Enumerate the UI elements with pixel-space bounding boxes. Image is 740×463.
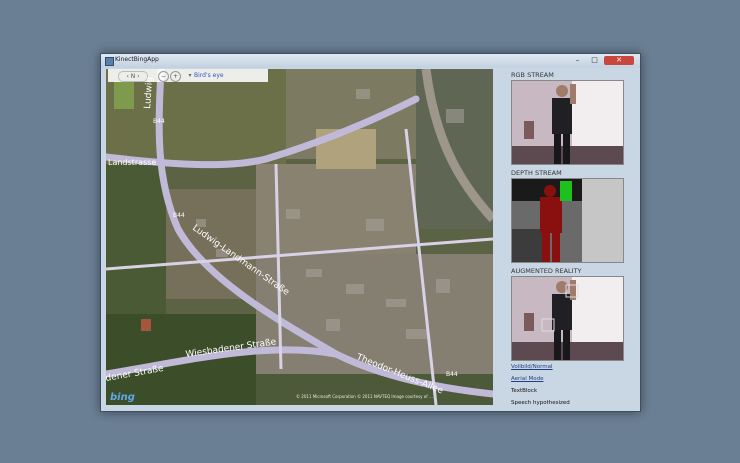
title-bar[interactable]: KinectBingApp – □ ✕	[101, 54, 640, 68]
rgb-stream-view	[511, 80, 624, 165]
kinect-side-panel: RGB STREAM DEPTH STREAM AUGMENTED REALIT…	[503, 69, 635, 406]
maximize-button[interactable]: □	[586, 56, 603, 65]
map-navigation-bar: ‹ N › − + ▾ Bird's eye	[108, 69, 268, 82]
depth-stream-view	[511, 178, 624, 263]
fullscreen-normal-link[interactable]: Vollbild/Normal	[511, 364, 553, 370]
window-title: KinectBingApp	[115, 56, 159, 63]
rgb-stream-label: RGB STREAM	[511, 71, 554, 79]
speech-hypothesized-label: Speech hypothesized	[511, 400, 570, 406]
bing-map[interactable]: ‹ N › − + ▾ Bird's eye B44 Ludwig Landst…	[106, 69, 493, 405]
zoom-in-button[interactable]: +	[170, 71, 181, 82]
map-copyright: © 2011 Microsoft Corporation © 2011 NAVT…	[296, 394, 433, 399]
compass-control[interactable]: ‹ N ›	[118, 71, 148, 82]
map-mode-selector[interactable]: Bird's eye	[194, 71, 254, 80]
augmented-reality-view	[511, 276, 624, 361]
aerial-mode-link[interactable]: Aerial Mode	[511, 376, 543, 382]
app-window: KinectBingApp – □ ✕ ‹ N › − + ▾ Bird's e…	[100, 53, 641, 412]
app-icon	[105, 57, 114, 66]
depth-stream-label: DEPTH STREAM	[511, 169, 562, 177]
map-style-dropdown-icon[interactable]: ▾	[186, 71, 194, 80]
bing-logo: bing	[110, 392, 135, 403]
zoom-out-button[interactable]: −	[158, 71, 169, 82]
minimize-button[interactable]: –	[569, 56, 586, 65]
aerial-imagery	[106, 69, 493, 405]
textblock-label: TextBlock	[511, 388, 537, 394]
close-button[interactable]: ✕	[604, 56, 634, 65]
augmented-reality-label: AUGMENTED REALITY	[511, 267, 582, 275]
